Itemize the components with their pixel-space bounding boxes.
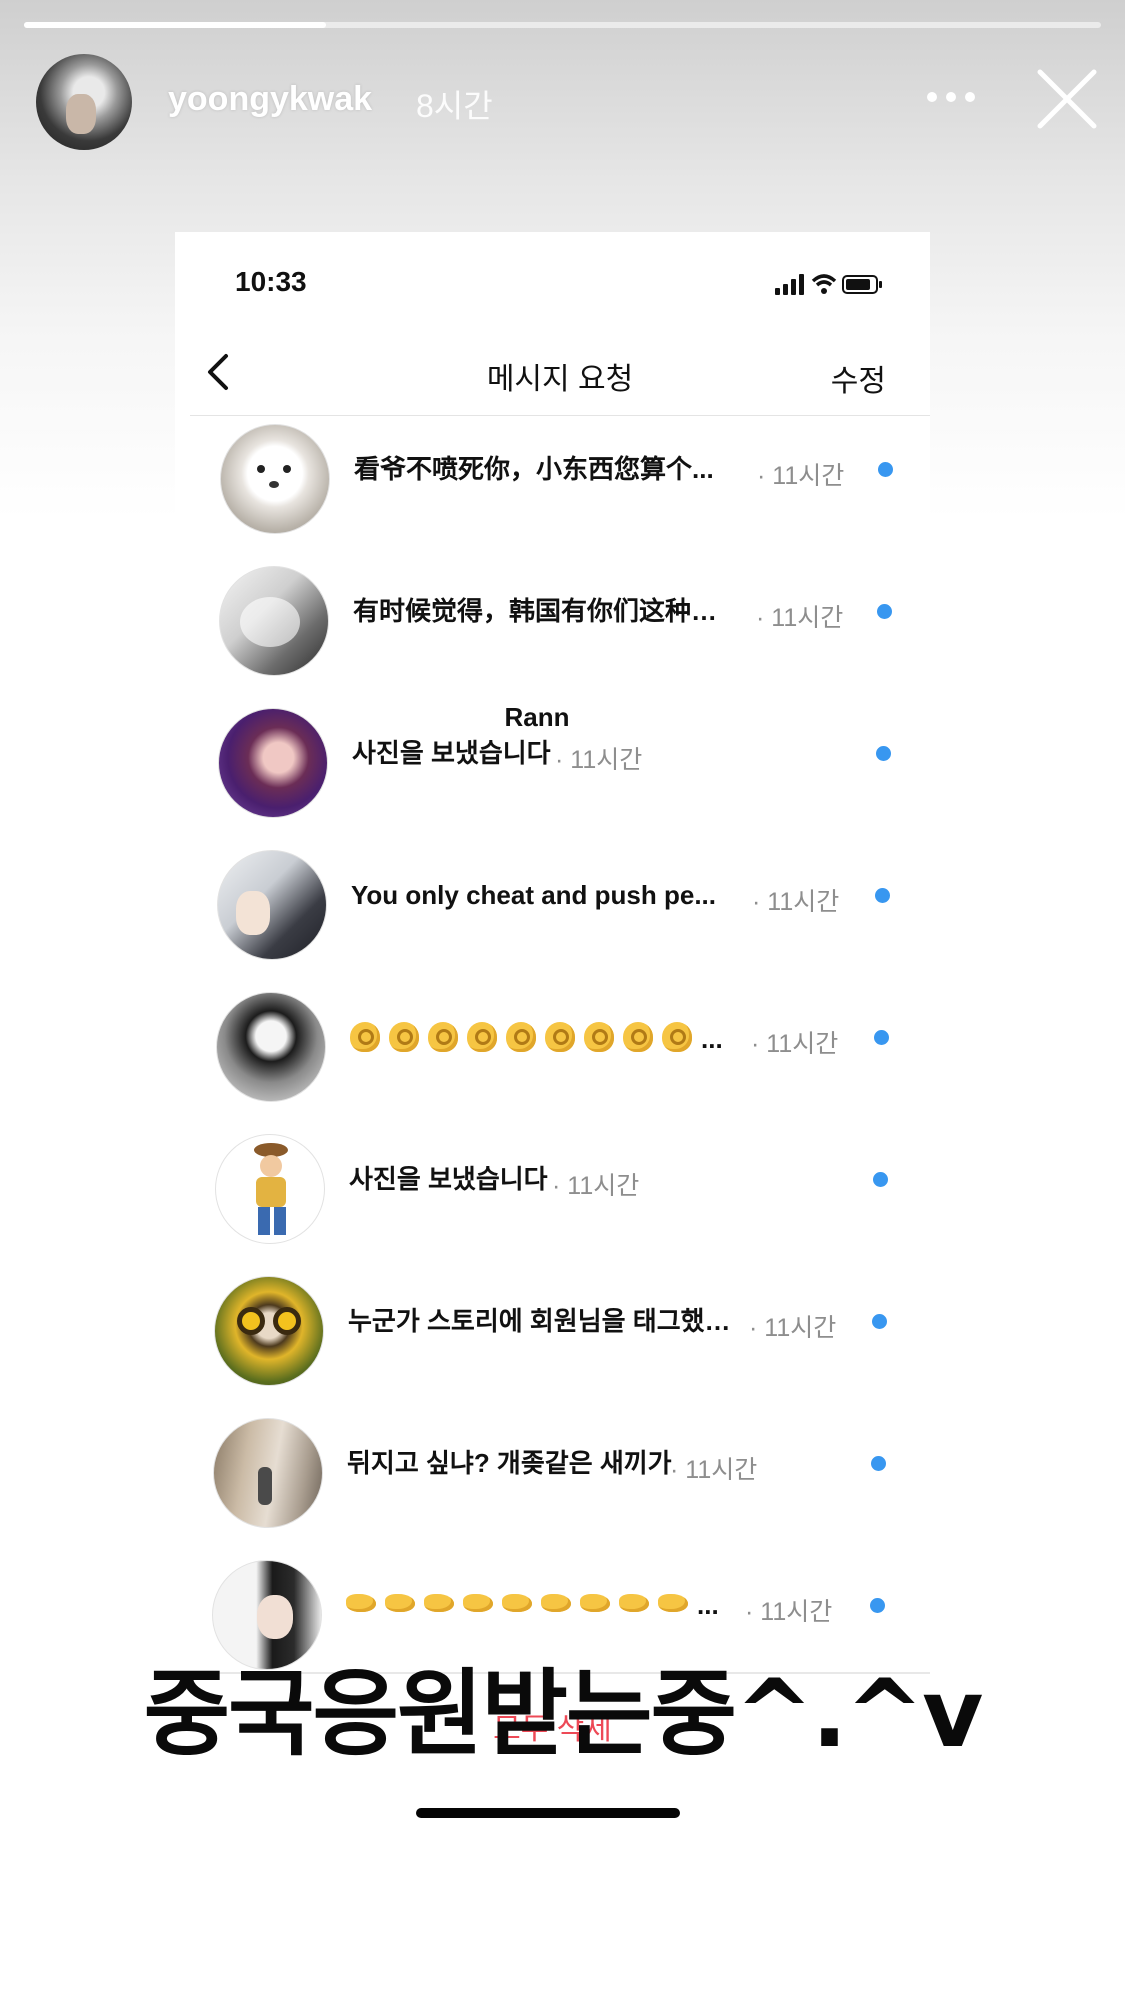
ok-hand-emoji [467, 1022, 497, 1052]
story-username[interactable]: yoongykwak [168, 80, 372, 119]
list-item[interactable]: 사진을 보냈습니다 · 11시간 [172, 1128, 927, 1270]
signal-icon [775, 274, 804, 295]
wifi-icon [811, 274, 837, 294]
list-item[interactable]: You only cheat and push pe... · 11시간 [174, 844, 929, 986]
more-options-icon[interactable] [921, 74, 981, 114]
story-caption: 중국응원받는중^.^v [143, 1660, 984, 1769]
pinching-hand-emoji [502, 1594, 532, 1612]
pinching-hand-emoji [658, 1594, 688, 1612]
message-time: · 11시간 [749, 1314, 837, 1342]
message-time: · 11시간 [552, 1172, 640, 1200]
pinching-hand-emoji [463, 1594, 493, 1612]
pinching-hand-emoji [580, 1594, 610, 1612]
unread-dot [878, 462, 893, 477]
avatar [214, 1276, 324, 1386]
pinching-hand-emoji-row [346, 1590, 697, 1620]
message-time: · 11시간 [752, 888, 840, 916]
message-time: · 11시간 [745, 1598, 833, 1626]
avatar [215, 1134, 325, 1244]
ok-hand-emoji [389, 1022, 419, 1052]
sender-name: _Rann [490, 706, 570, 728]
unread-dot [872, 1314, 887, 1329]
pinching-hand-emoji [619, 1594, 649, 1612]
message-preview: 有时候觉得，韩国有你们这种… [353, 596, 718, 626]
close-icon[interactable] [1034, 66, 1100, 132]
list-item[interactable]: 有时候觉得，韩国有你们这种… · 11시간 [176, 560, 931, 702]
message-preview: 뒤지고 싶냐? 개좆같은 새끼가 [347, 1448, 672, 1478]
unread-dot [871, 1456, 886, 1471]
status-icons [775, 272, 885, 296]
avatar [220, 424, 330, 534]
unread-dot [877, 604, 892, 619]
ok-hand-emoji [545, 1022, 575, 1052]
message-time: · 11시간 [751, 1030, 839, 1058]
message-time: · 11시간 [555, 746, 643, 774]
message-ellipsis: ... [701, 1024, 723, 1054]
story-header: yoongykwak 8시간 [36, 54, 1101, 150]
status-time: 10:33 [235, 266, 307, 297]
pinching-hand-emoji [424, 1594, 454, 1612]
message-preview: ... [346, 1590, 719, 1620]
message-preview: ... [350, 1022, 723, 1054]
unread-dot [874, 1030, 889, 1045]
pinching-hand-emoji [385, 1594, 415, 1612]
pinching-hand-emoji [346, 1594, 376, 1612]
message-time: · 11시간 [670, 1456, 758, 1484]
message-preview: 사진을 보냈습니다 [352, 738, 551, 768]
pinching-hand-emoji [541, 1594, 571, 1612]
message-preview: 사진을 보냈습니다 [349, 1164, 548, 1194]
unread-dot [870, 1598, 885, 1613]
ok-hand-emoji [623, 1022, 653, 1052]
embedded-screenshot: 10:33 메시지 요청 수정 看爷不喷死你，小东西您算个... · 11시간 … [175, 232, 930, 1832]
list-item[interactable]: _Rann 사진을 보냈습니다 · 11시간 [175, 702, 930, 844]
message-preview: You only cheat and push pe... [351, 880, 717, 910]
ok-hand-emoji [662, 1022, 692, 1052]
page-title: 메시지 요청 [486, 363, 634, 396]
ok-hand-emoji [350, 1022, 380, 1052]
ok-hand-emoji [428, 1022, 458, 1052]
message-ellipsis: ... [697, 1590, 719, 1620]
battery-icon [842, 275, 882, 294]
unread-dot [876, 746, 891, 761]
avatar [218, 708, 328, 818]
avatar [216, 992, 326, 1102]
story-progress-bar [24, 22, 1101, 28]
avatar [217, 850, 327, 960]
edit-button[interactable]: 수정 [831, 356, 886, 400]
message-time: · 11시간 [756, 604, 844, 632]
avatar [212, 1560, 322, 1670]
list-item[interactable]: 看爷不喷死你，小东西您算个... · 11시간 [177, 418, 932, 560]
unread-dot [875, 888, 890, 903]
avatar [213, 1418, 323, 1528]
message-preview: 누군가 스토리에 회원님을 태그했… [348, 1306, 731, 1336]
story-progress-fill [24, 22, 326, 28]
list-item[interactable]: 뒤지고 싶냐? 개좆같은 새끼가 · 11시간 [170, 1412, 925, 1554]
avatar [219, 566, 329, 676]
ok-hand-emoji [584, 1022, 614, 1052]
message-time: · 11시간 [757, 462, 845, 490]
list-item[interactable]: ... · 11시간 [173, 986, 928, 1128]
nav-bar: 메시지 요청 수정 [190, 328, 930, 416]
story-time: 8시간 [416, 88, 493, 124]
unread-dot [873, 1172, 888, 1187]
ok-hand-emoji [506, 1022, 536, 1052]
message-preview: 看爷不喷死你，小东西您算个... [354, 454, 714, 484]
home-indicator [416, 1808, 680, 1818]
avatar[interactable] [36, 54, 132, 150]
list-item[interactable]: 누군가 스토리에 회원님을 태그했… · 11시간 [171, 1270, 926, 1412]
ok-hand-emoji-row [350, 1022, 701, 1054]
